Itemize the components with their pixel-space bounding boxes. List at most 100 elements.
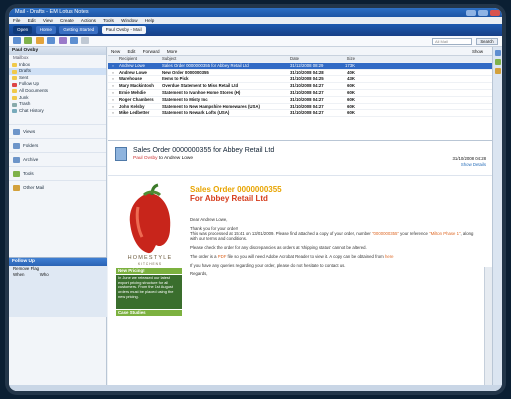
menu-actions[interactable]: Actions [81, 18, 96, 23]
folder-trash[interactable]: Trash [9, 101, 106, 108]
subject-cell: New Order 0000000355 [162, 69, 209, 75]
table-row[interactable]: ▫ Mary Mackintosh Overdue Statement to M… [108, 83, 492, 90]
folder-sent[interactable]: Sent [9, 75, 106, 82]
news-title: New Pricing! [116, 268, 182, 274]
recipient-cell: John Kelsby [119, 103, 145, 109]
more-icon[interactable] [81, 37, 90, 45]
tab-getting-started[interactable]: Getting Started [59, 26, 99, 34]
sender-name[interactable]: Paul Ovsby [133, 156, 158, 161]
subject-cell: Items to Pick [162, 76, 189, 82]
tool-icon[interactable] [58, 37, 67, 45]
recipient-cell: Andrew Lowe [119, 69, 147, 75]
date-cell: 31/10/2008 04:27 [290, 89, 324, 95]
size-column-header[interactable]: Size [340, 56, 358, 62]
archive-icon [13, 157, 20, 164]
menu-window[interactable]: Window [121, 18, 137, 23]
size-cell: 40K [347, 69, 355, 75]
recipient-column-header[interactable]: Recipient [118, 56, 162, 62]
table-row[interactable]: ▫ Andrew Lowe New Order 0000000355 31/10… [108, 70, 492, 77]
section-archive[interactable]: Archive [9, 152, 106, 166]
section-views[interactable]: Views [9, 124, 106, 138]
follow-up-title[interactable]: Follow Up [9, 258, 107, 266]
menu-tools[interactable]: Tools [103, 18, 114, 23]
select-column[interactable] [108, 56, 118, 62]
folder-chat-history[interactable]: Chat History [9, 108, 106, 115]
preview-from-line: Paul Ovsby to Andrew Lowe [133, 156, 194, 161]
more-button[interactable]: More [167, 49, 177, 54]
edit-button[interactable]: Edit [127, 49, 135, 54]
newsletter-sidebar: HOMESTYLE KITCHENS New Pricing! In June … [116, 181, 182, 385]
folder-junk[interactable]: Junk [9, 95, 106, 102]
menu-file[interactable]: File [13, 18, 20, 23]
refresh-icon[interactable] [35, 37, 44, 45]
who-dropdown[interactable]: Who [40, 272, 49, 277]
date-column-header[interactable]: Date [284, 56, 340, 62]
when-dropdown[interactable]: When [13, 272, 24, 277]
day-at-a-glance-icon[interactable] [494, 50, 501, 56]
table-row[interactable]: ▫ Andrew Lowe Sales Order 0000000355 for… [108, 62, 492, 70]
paragraph-4: If you have any queries regarding your o… [190, 262, 346, 268]
show-button[interactable]: Show [472, 48, 483, 55]
minimize-icon[interactable] [466, 9, 476, 16]
folder-drafts[interactable]: Drafts [9, 68, 106, 75]
folder-all-documents[interactable]: All Documents [9, 88, 106, 95]
feeds-icon[interactable] [494, 68, 501, 74]
table-row[interactable]: ▫ Warehouse Items to Pick 31/10/2008 04:… [108, 76, 492, 84]
section-tools[interactable]: Tools [9, 166, 106, 180]
close-icon[interactable] [490, 9, 500, 16]
subject-column-header[interactable]: Subject [162, 56, 284, 62]
forward-icon[interactable] [24, 37, 33, 45]
menu-view[interactable]: View [43, 18, 53, 23]
preview-header: Sales Order 0000000355 for Abbey Retail … [108, 141, 492, 176]
tab-home[interactable]: Home [35, 26, 56, 34]
drafts-icon [12, 69, 17, 74]
tab-bar: Open Home Getting Started Paul Ovsby - M… [9, 24, 502, 36]
title-bar: Mail - Drafts - EM Lotus Notes [9, 8, 502, 17]
recipient-cell: Warehouse [119, 76, 143, 82]
address-icon[interactable] [69, 37, 78, 45]
search-button[interactable]: Search [476, 38, 498, 45]
forward-button[interactable]: Forward [143, 49, 160, 54]
maximize-icon[interactable] [478, 9, 488, 16]
table-row[interactable]: ▫ John Kelsby Statement to New Hampshire… [108, 104, 492, 111]
date-cell: 31/10/2008 04:27 [290, 103, 324, 109]
subject-cell: Statement to Newark Lofts (USA) [162, 110, 230, 116]
menu-create[interactable]: Create [60, 18, 74, 23]
tab-open[interactable]: Open [13, 26, 33, 34]
date-cell: 31/10/2008 04:28 [290, 69, 324, 75]
tab-mail[interactable]: Paul Ovsby - Mail [101, 26, 146, 34]
recipient-name[interactable]: Andrew Lowe [164, 156, 193, 161]
greeting: Dear Andrew Lowe, [190, 217, 228, 222]
navigator-pane: Paul Ovsby Mailbox Inbox Drafts Sent Fol… [9, 47, 107, 385]
message-body: HOMESTYLE KITCHENS New Pricing! In June … [116, 181, 478, 385]
flag-icon [12, 82, 17, 87]
sametime-contacts-icon[interactable] [494, 59, 501, 65]
table-row[interactable]: ▫ Roger Chambers Statement to Misty Inc … [108, 97, 492, 104]
show-details-link[interactable]: Show Details [461, 162, 486, 167]
paragraph-3: The order is a PDF file so you will need… [190, 253, 394, 259]
preview-subject: Sales Order 0000000355 for Abbey Retail … [133, 147, 275, 154]
size-cell: 173K [344, 62, 355, 68]
folder-inbox[interactable]: Inbox [9, 62, 106, 69]
back-icon[interactable] [13, 37, 21, 45]
new-button[interactable]: New [111, 49, 120, 54]
size-cell: 43K [347, 76, 355, 82]
document-icon: ▫ [112, 110, 114, 116]
table-row[interactable]: ▫ Mike Ledbetter Statement to Newark Lof… [108, 110, 492, 118]
download-link[interactable]: here [385, 254, 394, 259]
table-row[interactable]: ▫ Ernie Mehdie Statement to Ivanhoe Home… [108, 90, 492, 97]
document-icon: ▫ [112, 96, 114, 102]
menu-edit[interactable]: Edit [28, 18, 36, 23]
section-folders[interactable]: Folders [9, 138, 106, 152]
message-list: Recipient Subject Date Size ▫ Andrew Low… [108, 56, 492, 138]
print-icon[interactable] [47, 37, 56, 45]
section-other-mail[interactable]: Other Mail [9, 180, 106, 194]
order-customer: For Abbey Retail Ltd [190, 194, 268, 203]
folder-follow-up[interactable]: Follow Up [9, 81, 106, 88]
preview-pane: Sales Order 0000000355 for Abbey Retail … [108, 140, 492, 385]
menu-help[interactable]: Help [145, 18, 154, 23]
search-input[interactable]: All Mail [432, 38, 472, 45]
preview-scrollbar[interactable] [484, 267, 492, 385]
notes-window: Mail - Drafts - EM Lotus Notes File Edit… [9, 8, 502, 391]
case-studies-title[interactable]: Case Studies [116, 310, 182, 316]
